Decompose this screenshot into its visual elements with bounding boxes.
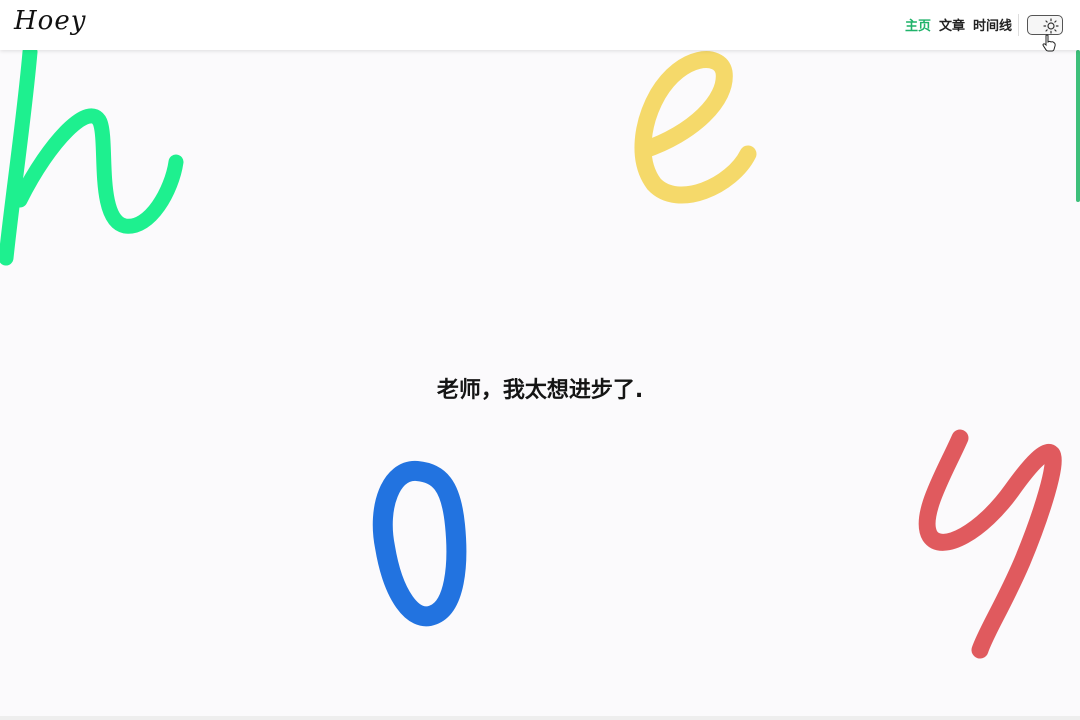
main-nav: 主页 文章 时间线	[905, 15, 1012, 34]
hand-cursor-icon	[1042, 34, 1056, 52]
site-header: Hoey 主页 文章 时间线	[0, 0, 1080, 50]
sun-icon	[1043, 18, 1059, 34]
letter-h-graphic	[0, 50, 184, 266]
letter-o-graphic	[372, 461, 467, 627]
site-logo[interactable]: Hoey	[14, 6, 86, 36]
letter-y-graphic	[918, 429, 1062, 659]
hero-tagline: 老师，我太想进步了.	[436, 378, 644, 403]
scrollbar-thumb[interactable]	[1076, 50, 1080, 202]
nav-item-articles[interactable]: 文章	[939, 15, 965, 34]
theme-toggle-button[interactable]	[1027, 15, 1063, 35]
page-bottom-edge	[0, 716, 1080, 720]
nav-item-home[interactable]: 主页	[905, 15, 931, 34]
nav-divider	[1018, 14, 1019, 36]
letter-e-graphic	[634, 51, 757, 204]
nav-item-timeline[interactable]: 时间线	[973, 15, 1012, 34]
